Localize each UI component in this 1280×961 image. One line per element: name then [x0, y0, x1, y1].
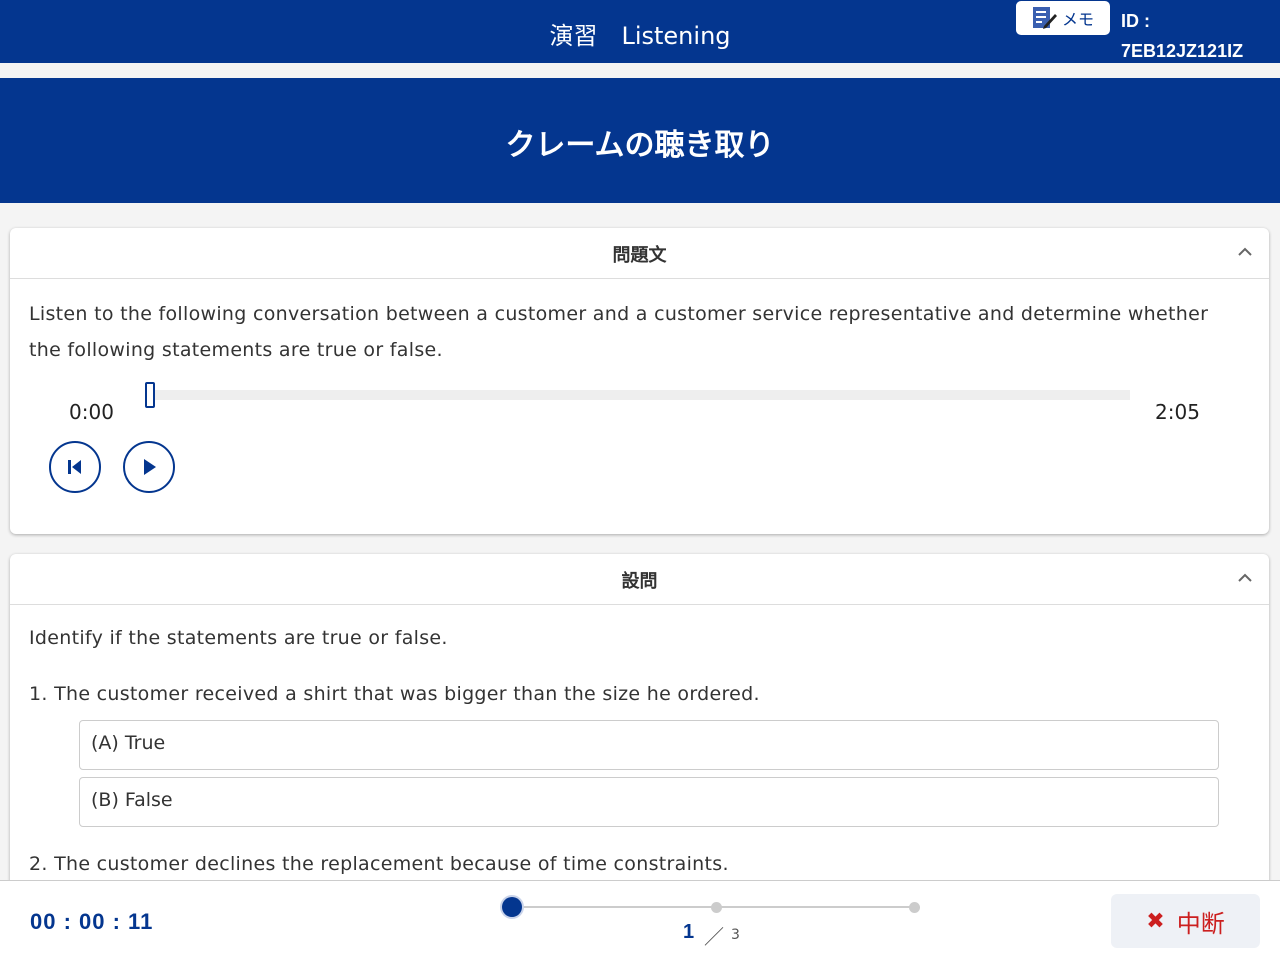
memo-pencil-icon — [1032, 7, 1057, 29]
close-x-icon: ✖ — [1146, 908, 1165, 934]
progress-step-1[interactable] — [502, 897, 522, 917]
id-value: 7EB12JZ121IZ — [1121, 41, 1244, 61]
memo-label: メモ — [1061, 10, 1094, 29]
chevron-up-icon[interactable] — [1235, 242, 1255, 262]
option-label: (A) True — [91, 732, 166, 754]
play-icon — [144, 459, 156, 475]
problem-card: 問題文 Listen to the following conversation… — [10, 228, 1269, 534]
rewind-button[interactable] — [49, 441, 101, 493]
elapsed-timer: 00 : 00 : 11 — [30, 909, 154, 934]
stop-label: 中断 — [1176, 909, 1225, 938]
option-1a-true[interactable]: (A) True — [79, 720, 1219, 770]
chevron-up-icon[interactable] — [1235, 568, 1255, 588]
top-bar: 演習 Listening メモ ID : 7EB12JZ121IZ — [0, 0, 1280, 63]
audio-seek-handle[interactable] — [145, 382, 155, 408]
id-label: ID : — [1121, 11, 1150, 31]
problem-heading: 問題文 — [612, 245, 667, 266]
user-id: ID : 7EB12JZ121IZ — [1121, 6, 1243, 66]
progress-step-2[interactable] — [711, 902, 722, 913]
option-1b-false[interactable]: (B) False — [79, 777, 1219, 827]
page-separator: ／ — [704, 925, 724, 949]
play-button[interactable] — [123, 441, 175, 493]
questions-card-header[interactable]: 設問 — [10, 554, 1269, 605]
question-2-text: 2. The customer declines the replacement… — [29, 853, 729, 875]
problem-card-header[interactable]: 問題文 — [10, 228, 1269, 279]
footer-bar: 00 : 00 : 11 1 ／ 3 ✖ 中断 — [0, 880, 1280, 961]
audio-seek-track[interactable] — [150, 390, 1130, 400]
stop-button[interactable]: ✖ 中断 — [1111, 894, 1260, 948]
audio-current-time: 0:00 — [69, 400, 114, 424]
page-total: 3 — [731, 927, 740, 943]
questions-instruction: Identify if the statements are true or f… — [29, 627, 448, 649]
lesson-title: クレームの聴き取り — [505, 128, 775, 163]
lesson-title-band: クレームの聴き取り — [0, 78, 1280, 203]
page-current: 1 — [683, 921, 695, 943]
option-label: (B) False — [91, 789, 173, 811]
problem-text-line1: Listen to the following conversation bet… — [29, 303, 1209, 325]
question-1-text: 1. The customer received a shirt that wa… — [29, 683, 760, 705]
progress-step-3[interactable] — [909, 902, 920, 913]
memo-button[interactable]: メモ — [1016, 1, 1110, 35]
problem-text-line2: the following statements are true or fal… — [29, 339, 443, 361]
audio-duration: 2:05 — [1155, 400, 1200, 424]
questions-heading: 設問 — [621, 571, 658, 592]
questions-card: 設問 Identify if the statements are true o… — [10, 554, 1269, 894]
skip-to-start-icon — [68, 460, 81, 474]
